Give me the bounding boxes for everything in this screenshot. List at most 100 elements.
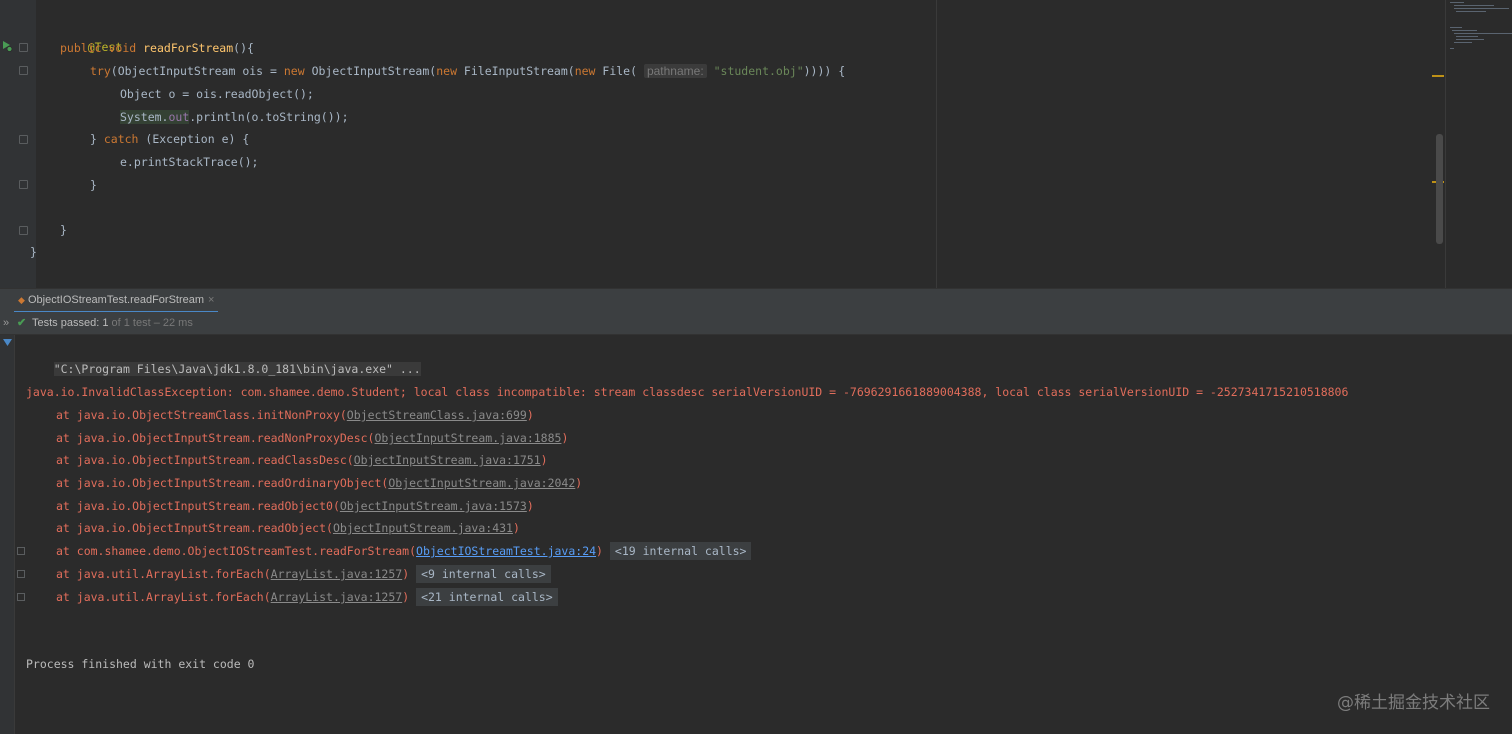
string-literal: "student.obj" (713, 64, 804, 78)
fold-marker-icon[interactable] (19, 180, 28, 189)
warning-marker[interactable] (1432, 75, 1444, 77)
internal-calls-fold[interactable]: <9 internal calls> (416, 565, 551, 583)
source-link[interactable]: ObjectInputStream.java:431 (333, 521, 513, 535)
frame-text: at java.io.ObjectInputStream.readOrdinar… (56, 476, 389, 490)
collapse-arrow-icon[interactable] (3, 339, 12, 347)
expand-calls-icon[interactable] (17, 547, 25, 555)
code-token: System. (120, 110, 169, 124)
source-link[interactable]: ArrayList.java:1257 (271, 567, 403, 581)
minimap-line (1454, 8, 1509, 9)
minimap-line (1450, 2, 1464, 3)
code-token: } (90, 132, 104, 146)
fold-marker-icon[interactable] (19, 43, 28, 52)
stack-frame: at java.io.ObjectInputStream.readObject0… (56, 495, 534, 517)
field-token: out (168, 110, 190, 124)
code-token: (){ (233, 41, 254, 55)
stack-frame: at java.io.ObjectInputStream.readObject(… (56, 517, 520, 539)
stack-frame: at java.util.ArrayList.forEach(ArrayList… (56, 586, 558, 608)
code-token: (ObjectInputStream ois = (110, 64, 284, 78)
source-link[interactable]: ObjectStreamClass.java:699 (347, 408, 527, 422)
frame-text: ) (402, 590, 410, 604)
minimap-line (1452, 30, 1477, 31)
code-token: (Exception e) { (138, 132, 250, 146)
code-token: } (60, 223, 67, 237)
editor-scrollbar[interactable] (1436, 134, 1443, 244)
frame-text: ) (561, 431, 569, 445)
console-output[interactable]: "C:\Program Files\Java\jdk1.8.0_181\bin\… (0, 335, 1512, 734)
minimap-line (1456, 39, 1484, 40)
expand-arrows-icon[interactable]: » (3, 312, 9, 334)
watermark: @稀土掘金技术社区 (1337, 693, 1490, 713)
fold-marker-icon[interactable] (19, 135, 28, 144)
minimap[interactable] (1445, 0, 1512, 288)
expand-calls-icon[interactable] (17, 593, 25, 601)
frame-text: at com.shamee.demo.ObjectIOStreamTest.re… (56, 544, 417, 558)
code-editor[interactable]: @Test public void readForStream(){ try(O… (0, 0, 1512, 288)
source-link[interactable]: ObjectInputStream.java:1573 (340, 499, 527, 513)
fold-marker-icon[interactable] (19, 226, 28, 235)
run-tab-bar: ◆ ObjectIOStreamTest.readForStream × (0, 288, 1512, 314)
method-name-token: readForStream (143, 41, 234, 55)
process-finished-message: Process finished with exit code 0 (26, 657, 255, 671)
code-line: } (60, 219, 67, 241)
frame-text: ) (596, 544, 603, 558)
minimap-line (1454, 5, 1494, 6)
internal-calls-fold[interactable]: <21 internal calls> (416, 588, 558, 606)
stack-frame: at java.util.ArrayList.forEach(ArrayList… (56, 563, 551, 585)
source-link[interactable]: ArrayList.java:1257 (271, 590, 403, 604)
minimap-line (1456, 36, 1478, 37)
frame-text: at java.io.ObjectInputStream.readObject( (56, 521, 333, 535)
code-token: )))) { (803, 64, 846, 78)
tests-passed-label: Tests passed: 1 of 1 test – 22 ms (32, 312, 193, 334)
command-line-text[interactable]: "C:\Program Files\Java\jdk1.8.0_181\bin\… (53, 362, 421, 376)
code-token: e.printStackTrace(); (120, 155, 259, 169)
run-tab-title: ObjectIOStreamTest.readForStream (27, 294, 205, 306)
frame-text: ) (402, 567, 410, 581)
keyword-token: public (60, 41, 102, 55)
run-test-icon[interactable] (1, 40, 13, 52)
frame-text: at java.io.ObjectInputStream.readNonProx… (56, 431, 375, 445)
keyword-token: void (108, 41, 137, 55)
console-gutter (0, 335, 15, 734)
stack-frame: at java.io.ObjectInputStream.readOrdinar… (56, 472, 582, 494)
minimap-line (1454, 33, 1512, 34)
source-link[interactable]: ObjectInputStream.java:1885 (375, 431, 562, 445)
fold-marker-icon[interactable] (19, 66, 28, 75)
status-label: Tests passed: (32, 317, 100, 329)
expand-calls-icon[interactable] (17, 570, 25, 578)
code-token: File( (595, 64, 644, 78)
code-token: Object o = ois.readObject(); (120, 87, 314, 101)
source-link[interactable]: ObjectInputStream.java:2042 (388, 476, 575, 490)
frame-text: ) (575, 476, 583, 490)
frame-text: at java.io.ObjectInputStream.readObject0… (56, 499, 340, 513)
minimap-line (1456, 11, 1486, 12)
keyword-token: try (90, 64, 111, 78)
exception-message: java.io.InvalidClassException: com.shame… (26, 385, 1349, 399)
frame-text: ) (512, 521, 520, 535)
internal-calls-fold[interactable]: <19 internal calls> (609, 542, 752, 560)
minimap-line (1450, 48, 1454, 49)
code-token: ObjectInputStream( (304, 64, 437, 78)
command-line: "C:\Program Files\Java\jdk1.8.0_181\bin\… (26, 336, 421, 376)
code-line: Object o = ois.readObject(); (120, 83, 314, 105)
frame-text: at java.io.ObjectStreamClass.initNonProx… (56, 408, 347, 422)
test-class-icon: ◆ (18, 295, 25, 305)
highlighted-token: System.out (120, 110, 190, 124)
run-tab[interactable]: ◆ ObjectIOStreamTest.readForStream × (14, 289, 219, 314)
close-tab-icon[interactable]: × (208, 294, 214, 306)
stack-frame: at java.io.ObjectInputStream.readNonProx… (56, 427, 568, 449)
code-line: try(ObjectInputStream ois = new ObjectIn… (90, 60, 845, 82)
test-status-bar: » ✔ Tests passed: 1 of 1 test – 22 ms (0, 312, 1512, 335)
passed-count: 1 (102, 317, 109, 329)
keyword-token: new (574, 64, 596, 78)
source-link[interactable]: ObjectIOStreamTest.java:24 (416, 544, 596, 558)
frame-text: at java.io.ObjectInputStream.readClassDe… (56, 453, 354, 467)
code-token: FileInputStream( (457, 64, 575, 78)
parameter-hint: pathname: (643, 64, 707, 78)
code-line: } catch (Exception e) { (90, 128, 249, 150)
keyword-token: new (436, 64, 457, 78)
minimap-line (1454, 42, 1472, 43)
code-line: public void readForStream(){ (60, 37, 254, 59)
source-link[interactable]: ObjectInputStream.java:1751 (354, 453, 541, 467)
code-token: } (90, 178, 97, 192)
